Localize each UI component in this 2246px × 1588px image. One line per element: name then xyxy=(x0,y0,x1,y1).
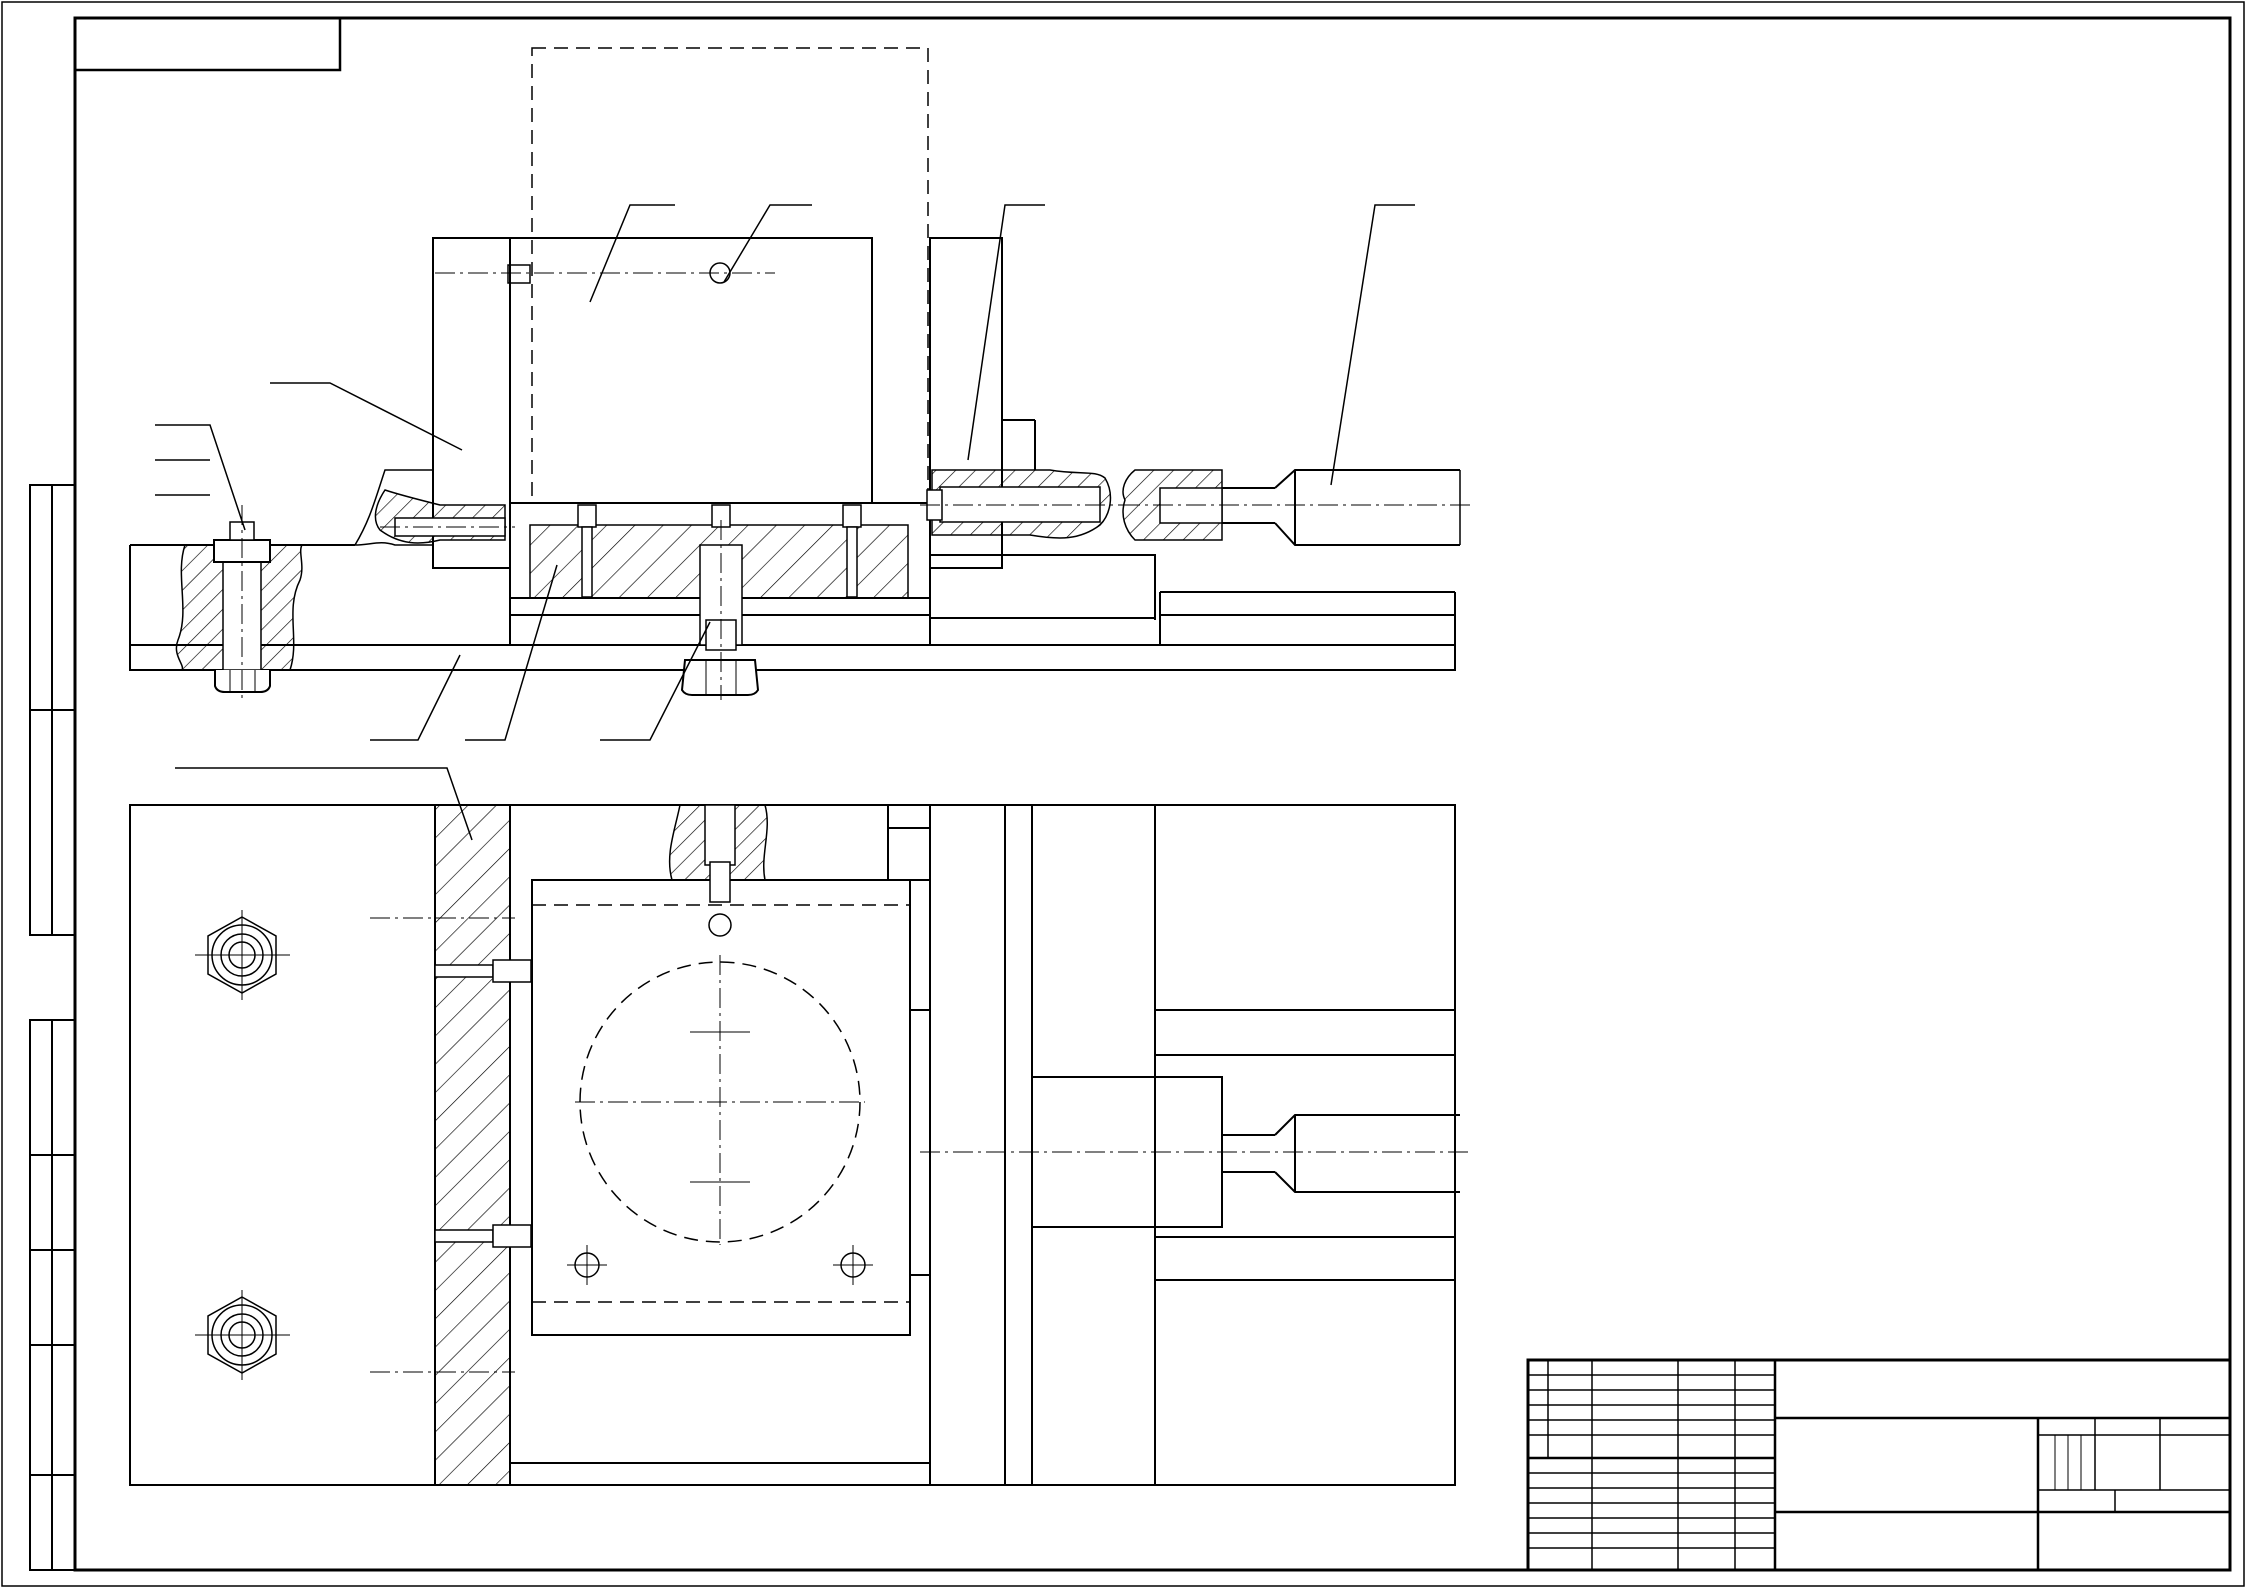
top-left-stamp-box xyxy=(75,18,342,72)
title-block xyxy=(1526,1358,2232,1572)
drawing-canvas xyxy=(1,1,2245,1587)
base-bolt-section xyxy=(175,505,304,700)
top-workpiece-plate xyxy=(531,879,930,1336)
right-screw-section xyxy=(920,469,1120,539)
top-clamp-screw-section xyxy=(668,804,768,903)
drawing-frame xyxy=(73,16,2232,1572)
locating-hole-bottom-right xyxy=(833,1245,873,1285)
top-channel-lines xyxy=(509,805,1456,1485)
handle-knob-section xyxy=(1120,469,1470,546)
top-hatched-jaw xyxy=(434,804,511,1486)
locating-hole-top xyxy=(708,913,732,937)
leader-lines-front xyxy=(155,204,1415,741)
locating-hole-bottom-left xyxy=(567,1245,607,1285)
left-margin-column-lower xyxy=(29,1019,76,1571)
base-bolt-head-lower xyxy=(195,1290,290,1380)
top-handle-body xyxy=(920,1076,1470,1228)
sheet-outer-border xyxy=(1,1,2245,1587)
left-margin-column-upper xyxy=(29,484,76,936)
right-clamp-body xyxy=(929,237,1156,620)
title-block-left-grid xyxy=(1528,1360,1775,1570)
workpiece-bore-circle xyxy=(575,955,865,1245)
drawing-sheet xyxy=(0,0,2246,1588)
top-view xyxy=(129,767,1470,1486)
left-clamp-body xyxy=(353,237,515,569)
base-bolt-head-upper xyxy=(195,910,290,1000)
front-view xyxy=(129,47,1470,741)
top-base-plate-outline xyxy=(129,804,1456,1486)
